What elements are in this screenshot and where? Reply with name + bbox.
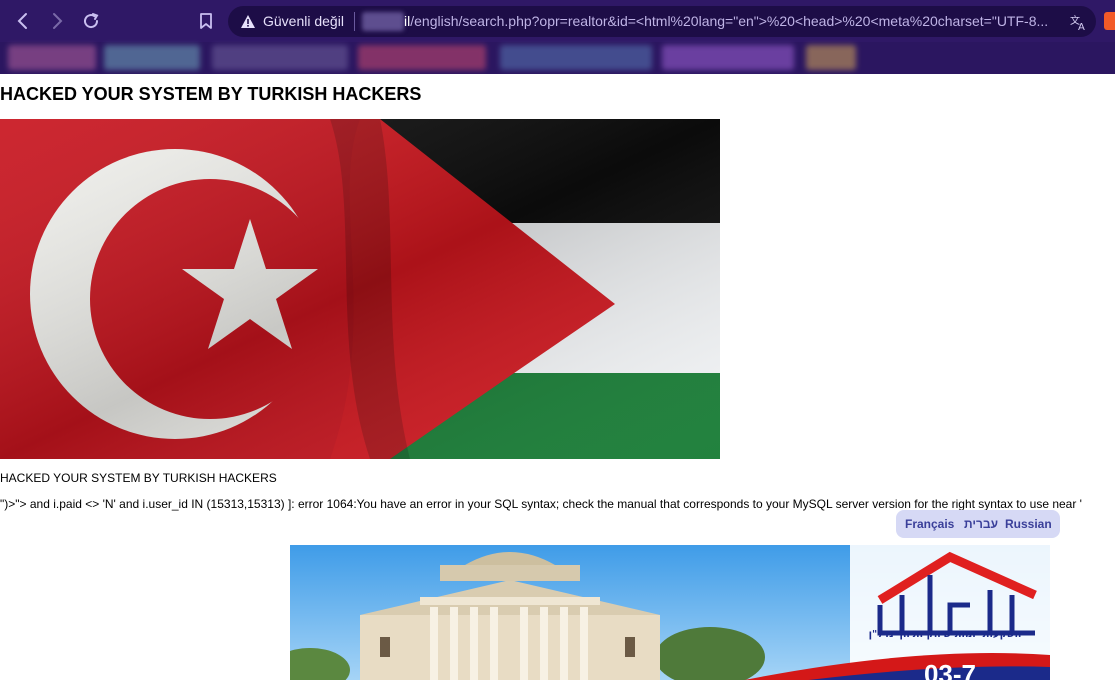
- reload-icon: [84, 13, 99, 29]
- bookmark-item[interactable]: [8, 45, 96, 70]
- bookmark-item[interactable]: [500, 45, 652, 70]
- real-estate-banner[interactable]: 03-7 השקעות יזמות שיווק ותיווך נדל"ן: [290, 545, 1050, 680]
- arrow-right-icon: [53, 13, 63, 29]
- bookmark-item[interactable]: [358, 45, 486, 70]
- url-text[interactable]: il/english/search.php?opr=realtor&id=<ht…: [404, 13, 1060, 29]
- bookmark-item[interactable]: [662, 45, 794, 70]
- back-button[interactable]: [10, 8, 36, 34]
- reload-button[interactable]: [78, 8, 104, 34]
- lang-french-link[interactable]: Français: [905, 517, 954, 531]
- url-path: /english/search.php?opr=realtor&id=<html…: [410, 13, 1049, 29]
- svg-text:03-7: 03-7: [924, 659, 976, 680]
- address-bar[interactable]: Güvenli değil il/english/search.php?opr=…: [228, 6, 1096, 37]
- sql-error-message: ")>"> and i.paid <> 'N' and i.user_id IN…: [0, 497, 1082, 511]
- security-status-label[interactable]: Güvenli değil: [263, 13, 344, 29]
- web-page: HACKED YOUR SYSTEM BY TURKISH HACKERS HA…: [0, 74, 1115, 680]
- translate-icon[interactable]: 文A: [1068, 12, 1088, 33]
- bookmark-item[interactable]: [806, 45, 856, 70]
- page-heading: HACKED YOUR SYSTEM BY TURKISH HACKERS: [0, 84, 422, 104]
- arrow-left-icon: [17, 13, 27, 29]
- bookmark-item[interactable]: [104, 45, 200, 70]
- bookmark-button[interactable]: [193, 8, 219, 34]
- omnibox-separator: [354, 12, 355, 31]
- flag-image: [0, 119, 720, 459]
- url-host-redacted: [362, 12, 404, 31]
- bookmarks-bar: [0, 42, 1115, 74]
- brave-shield-icon[interactable]: [1104, 12, 1115, 30]
- forward-button[interactable]: [44, 8, 70, 34]
- lang-hebrew-link[interactable]: עברית: [964, 517, 998, 531]
- lang-russian-link[interactable]: Russian: [1005, 517, 1052, 531]
- page-caption: HACKED YOUR SYSTEM BY TURKISH HACKERS: [0, 471, 277, 485]
- bookmark-icon: [200, 13, 212, 29]
- browser-chrome: Güvenli değil il/english/search.php?opr=…: [0, 0, 1115, 74]
- banner-logo-text: השקעות יזמות שיווק ותיווך נדל"ן: [868, 629, 1022, 640]
- language-switcher: Français עברית Russian: [896, 510, 1060, 538]
- bookmark-item[interactable]: [212, 45, 348, 70]
- warning-triangle-icon: [241, 15, 255, 28]
- browser-toolbar: Güvenli değil il/english/search.php?opr=…: [0, 0, 1115, 42]
- svg-text:A: A: [1078, 22, 1085, 32]
